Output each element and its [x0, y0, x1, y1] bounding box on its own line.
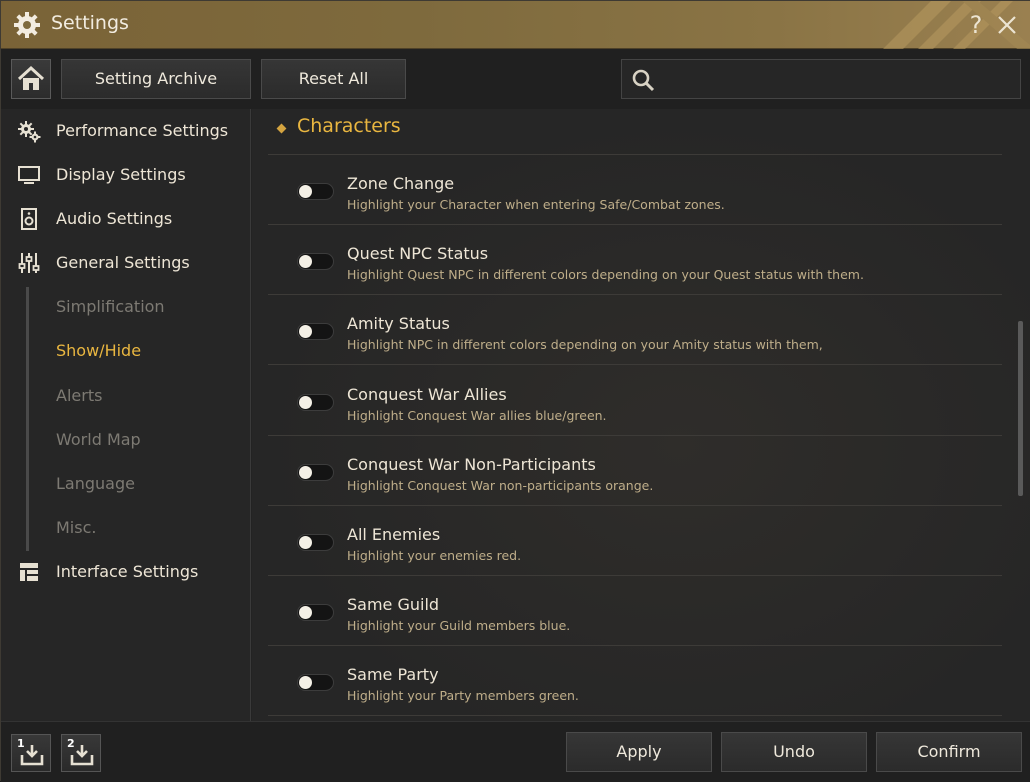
option-title: Zone Change [347, 174, 455, 193]
option-row-amity-status: Amity Status Highlight NPC in different … [282, 311, 982, 371]
sidebar-item-label: Performance Settings [56, 121, 229, 140]
confirm-button[interactable]: Confirm [876, 732, 1022, 772]
option-row-conquest-war-non-participants: Conquest War Non-Participants Highlight … [282, 452, 982, 512]
download-icon [70, 745, 94, 766]
toggle-knob [299, 185, 312, 198]
option-row-quest-npc-status: Quest NPC Status Highlight Quest NPC in … [282, 241, 982, 301]
search-input[interactable] [666, 66, 1006, 92]
sidebar-item-general[interactable]: General Settings [1, 243, 251, 283]
divider [268, 435, 1002, 436]
window-title: Settings [51, 12, 129, 34]
option-title: Conquest War Allies [347, 385, 507, 404]
divider [268, 715, 1002, 716]
sidebar-item-label: Display Settings [56, 165, 186, 184]
zone-change-toggle[interactable] [297, 183, 334, 200]
option-description: Highlight your Guild members blue. [347, 618, 571, 633]
sidebar-item-audio[interactable]: Audio Settings [1, 199, 251, 239]
option-title: Same Guild [347, 595, 440, 614]
gears-icon [18, 121, 41, 143]
option-title: Amity Status [347, 314, 450, 333]
settings-window: Settings ? Setting Archive Reset All Per… [0, 0, 1030, 782]
option-title: Same Party [347, 665, 439, 684]
footer: 1 2 Apply Undo Confirm [1, 721, 1030, 782]
subitem-misc[interactable]: Misc. [56, 518, 96, 537]
submenu-rail [26, 287, 29, 551]
option-description: Highlight your Party members green. [347, 688, 579, 703]
layout-icon [20, 563, 38, 581]
close-icon[interactable] [993, 10, 1021, 40]
sidebar: Performance Settings Display Settings Au… [1, 109, 251, 721]
subitem-language[interactable]: Language [56, 474, 135, 493]
reset-all-button[interactable]: Reset All [261, 59, 406, 99]
undo-button[interactable]: Undo [721, 732, 867, 772]
option-description: Highlight your Character when entering S… [347, 197, 725, 212]
search-box[interactable] [621, 59, 1021, 99]
settings-content: Characters Zone Change Highlight your Ch… [252, 109, 1030, 721]
search-icon [632, 69, 655, 92]
quest-npc-status-toggle[interactable] [297, 253, 334, 270]
conquest-war-allies-toggle[interactable] [297, 394, 334, 411]
toggle-knob [299, 396, 312, 409]
option-row-same-party: Same Party Highlight your Party members … [282, 662, 982, 721]
option-description: Highlight Conquest War non-participants … [347, 478, 654, 493]
divider [268, 505, 1002, 506]
save-slot-1-button[interactable]: 1 [11, 734, 51, 772]
option-title: Conquest War Non-Participants [347, 455, 596, 474]
toolbar: Setting Archive Reset All [1, 49, 1030, 109]
option-description: Highlight your enemies red. [347, 548, 522, 563]
toggle-knob [299, 536, 312, 549]
option-row-all-enemies: All Enemies Highlight your enemies red. [282, 522, 982, 582]
section-title: Characters [297, 115, 401, 137]
help-button[interactable]: ? [963, 10, 989, 40]
sidebar-item-performance[interactable]: Performance Settings [1, 111, 251, 151]
subitem-world-map[interactable]: World Map [56, 430, 141, 449]
divider [268, 364, 1002, 365]
diamond-icon [276, 123, 287, 134]
toggle-knob [299, 466, 312, 479]
option-row-same-guild: Same Guild Highlight your Guild members … [282, 592, 982, 652]
sidebar-item-label: Audio Settings [56, 209, 173, 228]
amity-status-toggle[interactable] [297, 323, 334, 340]
divider [268, 154, 1002, 155]
toggle-knob [299, 676, 312, 689]
all-enemies-toggle[interactable] [297, 534, 334, 551]
subitem-alerts[interactable]: Alerts [56, 386, 102, 405]
toggle-knob [299, 255, 312, 268]
same-party-toggle[interactable] [297, 674, 334, 691]
gear-icon [14, 12, 40, 38]
speaker-icon [21, 208, 37, 230]
sidebar-item-display[interactable]: Display Settings [1, 155, 251, 195]
conquest-war-non-participants-toggle[interactable] [297, 464, 334, 481]
sliders-icon [18, 253, 40, 273]
divider [268, 645, 1002, 646]
option-description: Highlight NPC in different colors depend… [347, 337, 823, 352]
home-button[interactable] [11, 59, 51, 99]
divider [268, 294, 1002, 295]
option-row-zone-change: Zone Change Highlight your Character whe… [282, 171, 982, 231]
option-description: Highlight Quest NPC in different colors … [347, 267, 864, 282]
divider [268, 575, 1002, 576]
content-scrollbar[interactable] [1018, 321, 1023, 496]
setting-archive-button[interactable]: Setting Archive [61, 59, 251, 99]
option-title: All Enemies [347, 525, 441, 544]
sidebar-item-label: General Settings [56, 253, 190, 272]
save-slot-2-button[interactable]: 2 [61, 734, 101, 772]
option-title: Quest NPC Status [347, 244, 489, 263]
home-icon [17, 65, 45, 90]
same-guild-toggle[interactable] [297, 604, 334, 621]
toggle-knob [299, 325, 312, 338]
sidebar-item-interface[interactable]: Interface Settings [1, 552, 251, 592]
option-row-conquest-war-allies: Conquest War Allies Highlight Conquest W… [282, 382, 982, 442]
sidebar-item-label: Interface Settings [56, 562, 199, 581]
title-bar: Settings ? [1, 1, 1030, 49]
monitor-icon [18, 166, 40, 184]
apply-button[interactable]: Apply [566, 732, 712, 772]
subitem-simplification[interactable]: Simplification [56, 297, 165, 316]
download-icon [20, 745, 44, 766]
option-description: Highlight Conquest War allies blue/green… [347, 408, 607, 423]
divider [268, 224, 1002, 225]
toggle-knob [299, 606, 312, 619]
subitem-show-hide[interactable]: Show/Hide [56, 341, 141, 360]
